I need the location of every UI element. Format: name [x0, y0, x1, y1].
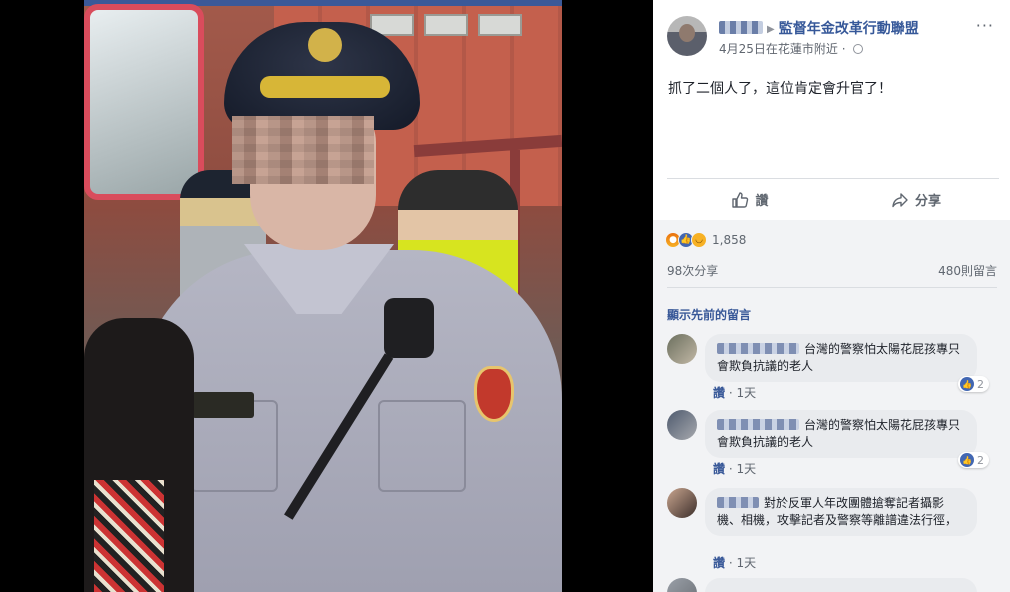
globe-icon: [853, 44, 864, 54]
thumbs-up-icon: [732, 191, 749, 208]
engagement-section: ● 👍 ◡ 1,858 98次分享 480則留言 顯示先前的留言 台灣的警察怕太…: [653, 220, 1010, 592]
cap-gold-band: [260, 76, 390, 98]
reactions-summary[interactable]: ● 👍 ◡ 1,858: [665, 230, 746, 250]
more-icon[interactable]: ···: [976, 16, 994, 35]
comment-like-number: 2: [977, 453, 984, 467]
post-side-panel: ▶ 監督年金改革行動聯盟 4月25日在花蓮市附近 · ··· 抓了二個人了，這位肯…: [653, 0, 1010, 592]
comment-count[interactable]: 480則留言: [938, 262, 997, 278]
post-action-bar: 讚 分享: [667, 178, 999, 220]
comment-bubble: [705, 578, 977, 592]
share-arrow-icon: [892, 192, 908, 207]
show-previous-comments-link[interactable]: 顯示先前的留言: [667, 306, 751, 323]
post-meta: 4月25日在花蓮市附近 ·: [719, 40, 864, 57]
like-button-label: 讚: [755, 194, 769, 209]
shoulder-radio: [384, 298, 434, 358]
share-button[interactable]: 分享: [833, 179, 999, 220]
post-date[interactable]: 4月25日: [719, 42, 766, 56]
media-area: [0, 0, 653, 592]
comment-time[interactable]: 1天: [736, 462, 756, 476]
comment-bubble: 對於反軍人年改團體搶奪記者攝影機、相機，攻擊記者及警察等離譜違法行徑，: [705, 488, 977, 536]
commenter-name-redacted[interactable]: [717, 343, 799, 354]
post-text: 抓了二個人了，這位肯定會升官了！: [668, 81, 892, 97]
cap-badge: [308, 28, 342, 62]
post-header: ▶ 監督年金改革行動聯盟 4月25日在花蓮市附近 · ···: [653, 0, 1010, 64]
poster-name-redacted[interactable]: [719, 21, 763, 34]
comment-like-count[interactable]: 👍 2: [958, 452, 989, 468]
comment-meta: 讚 · 1天: [713, 462, 757, 476]
building-window: [424, 14, 468, 36]
commenter-avatar[interactable]: [667, 410, 697, 440]
video-frame[interactable]: [84, 0, 562, 592]
comment-time[interactable]: 1天: [736, 386, 756, 400]
pixelated-face-blur: [232, 116, 374, 184]
share-button-label: 分享: [914, 194, 941, 209]
comment-bubble: 台灣的警察怕太陽花屁孩專只會欺負抗議的老人: [705, 334, 977, 382]
reaction-count: 1,858: [712, 233, 747, 247]
commenter-name-redacted[interactable]: [717, 497, 759, 508]
shirt-pocket-right: [378, 400, 466, 492]
comment-like-count[interactable]: 👍 2: [958, 376, 989, 392]
comment-like-link[interactable]: 讚: [713, 556, 725, 570]
comment-meta: 讚 · 1天: [713, 556, 757, 570]
commenter-avatar[interactable]: [667, 578, 697, 592]
share-count[interactable]: 98次分享: [667, 262, 718, 278]
post-location[interactable]: 在花蓮市附近: [766, 42, 838, 56]
building-window: [478, 14, 522, 36]
haha-reaction-icon: ◡: [691, 232, 707, 248]
facebook-photo-viewer: ▶ 監督年金改革行動聯盟 4月25日在花蓮市附近 · ··· 抓了二個人了，這位肯…: [0, 0, 1010, 592]
poster-name-line: ▶ 監督年金改革行動聯盟: [719, 18, 919, 38]
comment-meta: 讚 · 1天: [713, 386, 757, 400]
rank-insignia: [192, 392, 254, 418]
comment-like-number: 2: [977, 377, 984, 391]
shoulder-patch: [474, 366, 514, 422]
poster-avatar[interactable]: [667, 16, 707, 56]
phone-in-foreground: [84, 4, 204, 200]
comment-like-link[interactable]: 讚: [713, 386, 725, 400]
like-button[interactable]: 讚: [667, 179, 833, 220]
commenter-name-redacted[interactable]: [717, 419, 799, 430]
commenter-avatar[interactable]: [667, 488, 697, 518]
commenter-avatar[interactable]: [667, 334, 697, 364]
caret-right-icon: ▶: [767, 24, 775, 35]
like-reaction-icon: 👍: [960, 453, 974, 467]
share-comment-counts: 98次分享 480則留言: [667, 262, 997, 288]
page-name-link[interactable]: 監督年金改革行動聯盟: [779, 21, 919, 37]
like-reaction-icon: 👍: [960, 377, 974, 391]
comment-like-link[interactable]: 讚: [713, 462, 725, 476]
beaded-garment: [94, 480, 164, 592]
comment-bubble: 台灣的警察怕太陽花屁孩專只會欺負抗議的老人: [705, 410, 977, 458]
comment-time[interactable]: 1天: [736, 556, 756, 570]
